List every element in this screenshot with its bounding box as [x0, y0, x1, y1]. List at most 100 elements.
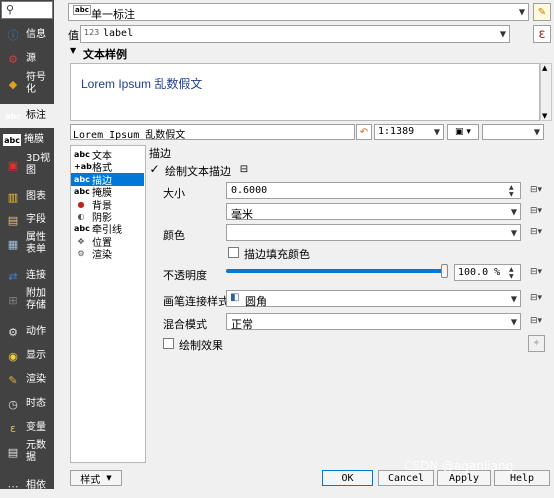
sidebar: ⚲ ⓘ 信息 ⚙ 源 ◆ 符号 化 abc 标注 abc 掩膜 ▣ 3D视 图 ▥ 图表 ▤ 字段 ▦ 属性 表单…	[0, 0, 54, 493]
round-join-icon: ◧	[230, 292, 240, 303]
collapse-arrow-icon[interactable]: ▼	[70, 46, 76, 55]
info-icon: ⓘ	[7, 29, 19, 42]
style-label: 样式	[80, 474, 101, 486]
chevron-down-icon: ▼	[510, 228, 517, 237]
auto-placement-button[interactable]: ✎	[533, 3, 551, 21]
data-defined-icon: ⊟	[239, 163, 249, 175]
tree-item-icon: +ab	[74, 162, 92, 172]
sidebar-item-label: 标注	[26, 110, 46, 121]
tree-item-label: 渲染	[92, 250, 112, 262]
label-settings-tree: abc 文本 +ab 格式 abc 描边 abc 掩膜 ● 背景 ◐ 阴影 abc 牵引线 ✥ 位置 ⚙ 渲染	[70, 145, 146, 463]
sidebar-item-metadata[interactable]: ▤ 元数 据	[0, 440, 54, 464]
fields-icon: ▤	[7, 213, 19, 227]
sidebar-item-dependencies[interactable]: ⋯ 相依	[0, 474, 54, 498]
sidebar-item-label: 3D视 图	[26, 153, 51, 176]
draw-buffer-checkbox[interactable]: ✓	[149, 162, 160, 176]
color-picker-icon: ▣ ▾	[455, 127, 471, 137]
size-label: 大小	[163, 187, 185, 200]
reset-icon: ↶	[359, 126, 369, 138]
sidebar-item-display[interactable]: ◉ 显示	[0, 344, 54, 368]
effects-button[interactable]: ✦	[528, 335, 545, 352]
data-defined-icon: ⊟▾	[529, 316, 543, 326]
value-field-text: label	[103, 28, 134, 39]
buffer-title: 描边	[149, 147, 171, 160]
diagram-icon: ▥	[7, 190, 19, 204]
opacity-spinbox[interactable]: 100.0 % ▲ ▼	[454, 264, 521, 281]
sidebar-item-label: 属性 表单	[26, 232, 46, 255]
source-icon: ⚙	[8, 52, 18, 66]
color-override-button[interactable]: ⊟▾	[526, 224, 546, 240]
sidebar-item-source[interactable]: ⚙ 源	[0, 47, 54, 71]
blend-mode-override-button[interactable]: ⊟▾	[526, 313, 546, 329]
ok-button[interactable]: OK	[322, 470, 373, 486]
sidebar-item-rendering[interactable]: ✎ 渲染	[0, 368, 54, 392]
value-label: 值	[68, 29, 79, 42]
3d-view-icon: ▣	[7, 158, 19, 172]
sidebar-item-actions[interactable]: ⚙ 动作	[0, 320, 54, 344]
buffer-fill-checkbox[interactable]	[228, 247, 239, 258]
draw-effects-checkbox[interactable]	[163, 338, 174, 349]
sidebar-item-symbology[interactable]: ◆ 符号 化	[0, 72, 54, 96]
style-dropdown-button[interactable]: 样式 ▼	[70, 470, 122, 486]
preview-background-combobox[interactable]: ▼	[482, 124, 544, 140]
preview-scrollbar[interactable]: ▲ ▼	[540, 63, 552, 121]
sidebar-item-fields[interactable]: ▤ 字段	[0, 208, 54, 232]
expression-button[interactable]: ε	[533, 25, 551, 43]
opacity-slider-handle[interactable]	[441, 264, 448, 278]
scale-combobox[interactable]: 1:1389 ▼	[374, 124, 444, 140]
sidebar-item-info[interactable]: ⓘ 信息	[0, 23, 54, 47]
opacity-override-button[interactable]: ⊟▾	[526, 264, 546, 280]
buffer-fill-label: 描边填充颜色	[244, 248, 310, 261]
search-icon: ⚲	[6, 3, 15, 16]
symbology-icon: ◆	[8, 77, 18, 91]
label-mode-badge: abc	[73, 5, 91, 15]
sidebar-item-3d-view[interactable]: ▣ 3D视 图	[0, 153, 54, 177]
sidebar-item-temporal[interactable]: ◷ 时态	[0, 392, 54, 416]
sidebar-search-input[interactable]: ⚲	[1, 1, 53, 19]
sidebar-item-mask[interactable]: abc 掩膜	[0, 128, 54, 152]
joins-icon: ⇄	[8, 269, 18, 283]
sidebar-item-attributes-form[interactable]: ▦ 属性 表单	[0, 232, 54, 256]
aux-storage-icon: ⊞	[8, 293, 18, 307]
unit-override-button[interactable]: ⊟▾	[526, 203, 546, 219]
size-unit-combobox[interactable]: 毫米 ▼	[226, 203, 521, 221]
tree-item-icon: abc	[74, 224, 90, 234]
size-spinbox[interactable]: 0.6000 ▲ ▼	[226, 182, 521, 199]
blend-mode-combobox[interactable]: 正常 ▼	[226, 313, 521, 331]
pen-join-value: 圆角	[245, 295, 267, 308]
sidebar-item-joins[interactable]: ⇄ 连接	[0, 264, 54, 288]
tree-item-icon: ●	[77, 199, 85, 209]
reset-sample-button[interactable]: ↶	[356, 124, 372, 140]
data-defined-icon: ⊟▾	[529, 227, 543, 237]
data-defined-icon: ⊟▾	[529, 293, 543, 303]
label-mode-combobox[interactable]: abc 单一标注 ▼	[68, 3, 529, 21]
draw-effects-label: 绘制效果	[179, 339, 223, 352]
sidebar-item-variables[interactable]: ε 变量	[0, 416, 54, 440]
chevron-down-icon: ▼	[510, 294, 517, 303]
sidebar-item-label: 源	[26, 53, 36, 64]
sidebar-item-aux-storage[interactable]: ⊞ 附加 存储	[0, 288, 54, 312]
sidebar-item-diagram[interactable]: ▥ 图表	[0, 185, 54, 209]
apply-label: Apply	[448, 472, 480, 484]
size-override-button[interactable]: ⊟▾	[526, 182, 546, 198]
preview-text: Lorem Ipsum 乱数假文	[81, 77, 203, 91]
cancel-label: Cancel	[387, 472, 425, 484]
background-color-button[interactable]: ▣ ▾	[447, 124, 479, 140]
variables-icon: ε	[10, 421, 16, 435]
tree-item-icon: ✥	[77, 236, 85, 246]
actions-icon: ⚙	[8, 325, 18, 339]
sample-text-input[interactable]: Lorem Ipsum 乱数假文	[70, 124, 355, 141]
display-icon: ◉	[8, 349, 18, 363]
draw-buffer-override-button[interactable]: ⊟	[236, 161, 252, 177]
spin-arrows-icon: ▲ ▼	[509, 184, 514, 198]
sidebar-item-label: 信息	[26, 29, 46, 40]
sidebar-item-labels[interactable]: abc 标注	[0, 104, 54, 128]
sidebar-item-label: 渲染	[26, 374, 46, 385]
pen-join-override-button[interactable]: ⊟▾	[526, 290, 546, 306]
pen-join-combobox[interactable]: ◧ 圆角 ▼	[226, 290, 521, 308]
value-field-combobox[interactable]: 123 label ▼	[80, 25, 510, 43]
chevron-down-icon: ▼	[533, 127, 540, 137]
tree-item[interactable]: ⚙ 渲染	[71, 247, 144, 262]
opacity-slider-track[interactable]	[226, 264, 448, 278]
buffer-color-button[interactable]: ▼	[226, 224, 521, 241]
